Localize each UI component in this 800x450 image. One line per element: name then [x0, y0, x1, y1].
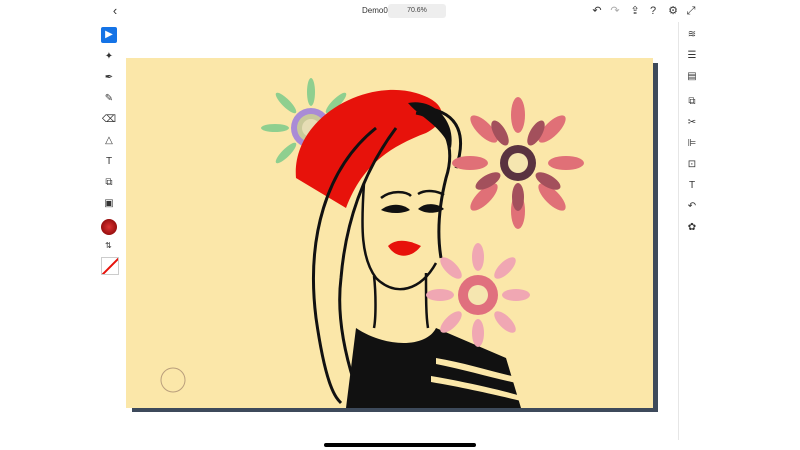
- fill-color-swatch[interactable]: [101, 219, 117, 235]
- shirt: [346, 328, 521, 408]
- crop-tool[interactable]: ⧉: [101, 175, 117, 191]
- touch-modifier-circle: [160, 367, 186, 393]
- stroke-color-swatch[interactable]: [101, 257, 119, 275]
- artboard[interactable]: [126, 58, 653, 408]
- text-tool[interactable]: T: [101, 154, 117, 170]
- magic-select-tool[interactable]: ✦: [101, 49, 117, 65]
- zoom-level[interactable]: 70.6%: [388, 4, 446, 18]
- pink-flower: [426, 243, 530, 347]
- back-icon[interactable]: ‹: [108, 4, 122, 18]
- export-icon[interactable]: ⤢: [684, 4, 698, 18]
- red-flower: [452, 97, 584, 229]
- undo-icon[interactable]: ↶: [590, 4, 604, 18]
- image-tool[interactable]: ▣: [101, 196, 117, 212]
- select-tool[interactable]: ▶: [101, 27, 117, 43]
- lips: [388, 240, 421, 256]
- shape-tool[interactable]: △: [101, 133, 117, 149]
- top-bar: ‹ Demo001 70.6% ↶ ↷ ⇪ ? ⚙ ⤢: [96, 0, 704, 23]
- layers-icon[interactable]: ≋: [684, 27, 700, 43]
- curve-icon[interactable]: ↶: [684, 199, 700, 215]
- type-icon[interactable]: T: [684, 178, 700, 194]
- combine-icon[interactable]: ⧉: [684, 94, 700, 110]
- help-icon[interactable]: ?: [646, 4, 660, 18]
- pen-tool[interactable]: ✒: [101, 70, 117, 86]
- canvas-area[interactable]: [122, 22, 678, 440]
- transform-icon[interactable]: ⊡: [684, 157, 700, 173]
- home-indicator: [324, 443, 476, 447]
- pencil-tool[interactable]: ✎: [101, 91, 117, 107]
- bug-icon[interactable]: ✿: [684, 220, 700, 236]
- app-window: ‹ Demo001 70.6% ↶ ↷ ⇪ ? ⚙ ⤢ ▶ ✦ ✒ ✎ ⌫ △ …: [96, 0, 705, 450]
- settings-icon[interactable]: ⚙: [666, 4, 680, 18]
- eyes: [381, 204, 444, 213]
- align-icon[interactable]: ⊫: [684, 136, 700, 152]
- cut-icon[interactable]: ✂: [684, 115, 700, 131]
- redo-icon[interactable]: ↷: [608, 4, 622, 18]
- swap-colors-icon[interactable]: ⇅: [105, 241, 112, 250]
- eraser-tool[interactable]: ⌫: [101, 112, 117, 128]
- artwork: [160, 78, 584, 408]
- properties-icon[interactable]: ☰: [684, 48, 700, 64]
- share-icon[interactable]: ⇪: [628, 4, 642, 18]
- left-toolbar: ▶ ✦ ✒ ✎ ⌫ △ T ⧉ ▣ ⇅: [96, 22, 123, 440]
- libraries-icon[interactable]: ▤: [684, 69, 700, 85]
- right-toolbar: ≋ ☰ ▤ ⧉ ✂ ⊫ ⊡ T ↶ ✿: [678, 22, 705, 440]
